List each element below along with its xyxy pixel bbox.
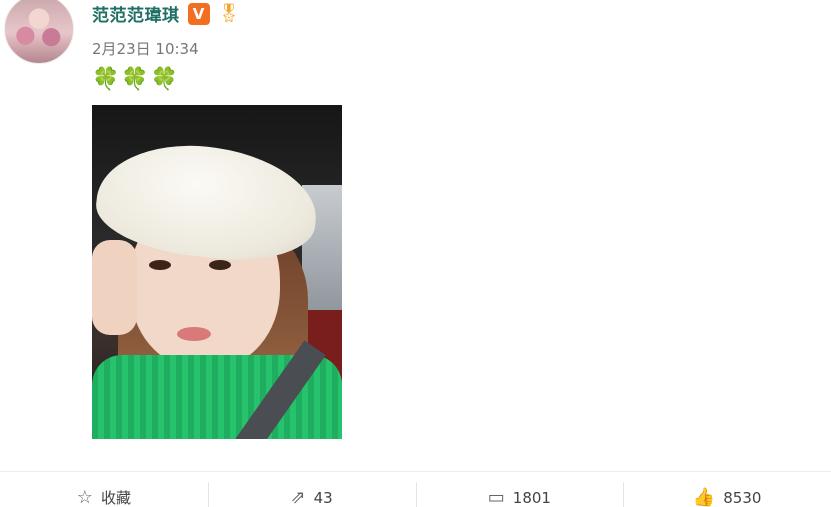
lips (177, 327, 211, 341)
post-text: 🍀🍀🍀 (92, 67, 181, 92)
medal-icon[interactable]: 🎖 (218, 3, 241, 25)
favorite-button[interactable]: ☆ 收藏 (0, 472, 208, 507)
like-count: 8530 (723, 488, 762, 507)
like-button[interactable]: 👍 8530 (623, 472, 831, 507)
right-eye (209, 260, 231, 270)
favorite-label: 收藏 (100, 489, 131, 507)
post-header: 范范范瑋琪 V 🎖 (92, 1, 240, 26)
hand (92, 240, 137, 335)
repost-count: 43 (313, 488, 333, 507)
verified-v-badge-icon[interactable]: V (187, 2, 210, 25)
repost-icon: ⇗ (290, 486, 306, 507)
comment-count: 1801 (512, 488, 551, 507)
user-avatar[interactable] (4, 0, 74, 64)
comment-button[interactable]: ▭ 1801 (415, 472, 624, 507)
post-photo[interactable] (92, 105, 342, 439)
post-timestamp[interactable]: 2月23日 10:34 (92, 38, 199, 59)
repost-button[interactable]: ⇗ 43 (207, 472, 416, 507)
username-link[interactable]: 范范范瑋琪 (92, 1, 180, 26)
comment-icon: ▭ (487, 486, 505, 507)
action-bar: ☆ 收藏 ⇗ 43 ▭ 1801 👍 8530 (0, 472, 831, 507)
star-icon: ☆ (76, 486, 93, 507)
thumbs-up-icon: 👍 (692, 486, 716, 507)
left-eye (149, 260, 171, 270)
